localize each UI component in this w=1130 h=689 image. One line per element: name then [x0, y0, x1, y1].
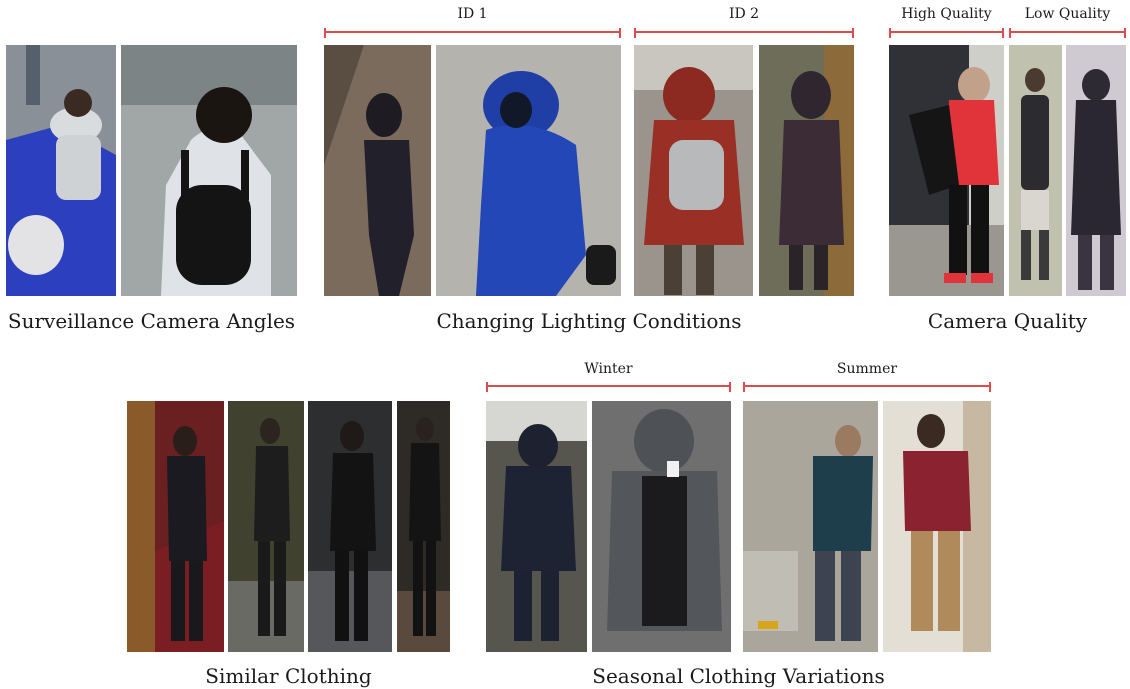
label-id-2: ID 2	[728, 6, 760, 22]
photo-id2-bright	[634, 45, 753, 296]
caption-changing-lighting-conditions: Changing Lighting Conditions	[436, 309, 742, 333]
bracket-summer	[743, 382, 991, 395]
bracket-high-quality	[889, 28, 1004, 41]
photo-back-view-backpack	[121, 45, 297, 296]
label-winter: Winter	[584, 361, 633, 377]
photo-high-quality	[889, 45, 1004, 296]
photo-similar-1	[127, 401, 224, 652]
photo-winter-1	[486, 401, 587, 652]
caption-surveillance-camera-angles: Surveillance Camera Angles	[7, 309, 296, 333]
bracket-id-1	[324, 28, 621, 41]
bracket-id-2	[634, 28, 854, 41]
photo-id1-dark	[324, 45, 431, 296]
label-high-quality: High Quality	[901, 6, 992, 22]
photo-similar-2	[228, 401, 304, 652]
photo-summer-1	[743, 401, 878, 652]
photo-low-quality-2	[1066, 45, 1126, 296]
photo-winter-2	[592, 401, 731, 652]
photo-overhead-view	[6, 45, 116, 296]
label-id-1: ID 1	[457, 6, 488, 22]
photo-id1-bright	[436, 45, 621, 296]
label-low-quality: Low Quality	[1024, 6, 1111, 22]
photo-low-quality-1	[1009, 45, 1062, 296]
caption-similar-clothing: Similar Clothing	[205, 664, 372, 688]
caption-seasonal-clothing-variations: Seasonal Clothing Variations	[592, 664, 885, 688]
caption-camera-quality: Camera Quality	[927, 309, 1088, 333]
photo-similar-3	[308, 401, 392, 652]
bracket-low-quality	[1009, 28, 1126, 41]
photo-similar-4	[397, 401, 450, 652]
bracket-winter	[486, 382, 731, 395]
label-summer: Summer	[836, 361, 898, 377]
photo-id2-dark	[759, 45, 854, 296]
photo-summer-2	[883, 401, 991, 652]
